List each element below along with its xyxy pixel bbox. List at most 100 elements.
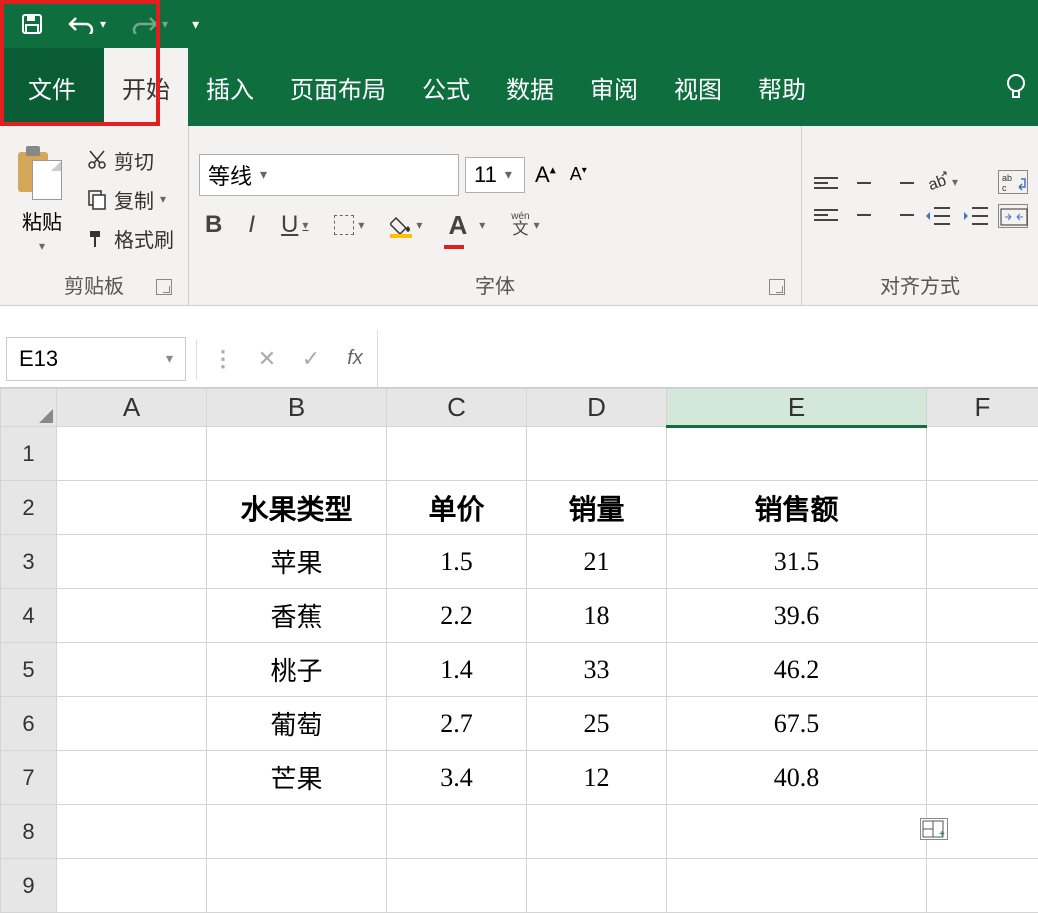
group-alignment: ab ▾ abc 对齐方式 [802,126,1038,305]
row-header[interactable]: 4 [1,589,57,643]
align-bottom-icon[interactable] [888,172,916,194]
tab-data[interactable]: 数据 [488,48,572,126]
cell[interactable]: 67.5 [667,697,927,751]
cell[interactable]: 单价 [387,481,527,535]
cell[interactable]: 3.4 [387,751,527,805]
row-header[interactable]: 8 [1,805,57,859]
ribbon-tabs: 文件 开始 插入 页面布局 公式 数据 审阅 视图 帮助 [0,48,1038,126]
cell[interactable]: 2.7 [387,697,527,751]
cell[interactable]: 33 [527,643,667,697]
cut-button[interactable]: 剪切 [82,144,178,177]
group-clipboard: 粘贴 ▾ 剪切 复制 ▾ 格式刷 剪贴板 [0,126,189,305]
row-header[interactable]: 5 [1,643,57,697]
undo-icon[interactable]: ▾ [68,14,106,34]
decrease-font-icon[interactable]: A▾ [566,160,591,189]
underline-button[interactable]: U▾ [275,207,314,243]
copy-icon [86,188,108,210]
scissors-icon [86,149,108,171]
fx-icon[interactable]: fx [333,347,377,370]
cell[interactable]: 葡萄 [207,697,387,751]
align-left-icon[interactable] [812,204,840,226]
cell[interactable]: 销量 [527,481,667,535]
row-header[interactable]: 2 [1,481,57,535]
merge-cells-icon[interactable] [998,204,1028,228]
align-middle-icon[interactable] [850,172,878,194]
italic-button[interactable]: I [242,207,261,243]
orientation-button[interactable]: ab ▾ [924,170,990,194]
wen-icon: wén文 [511,212,529,238]
save-icon[interactable] [20,12,44,36]
font-launcher[interactable] [769,279,785,295]
tab-home[interactable]: 开始 [104,48,188,126]
tell-me-icon[interactable] [1004,73,1038,101]
cell[interactable]: 香蕉 [207,589,387,643]
cell[interactable]: 水果类型 [207,481,387,535]
cell[interactable]: 桃子 [207,643,387,697]
row-header[interactable]: 1 [1,427,57,481]
cell[interactable]: 1.4 [387,643,527,697]
enter-icon[interactable]: ✓ [289,346,333,372]
paste-icon [18,146,66,202]
decrease-indent-icon[interactable] [924,204,952,228]
cell[interactable]: 39.6 [667,589,927,643]
tab-formula[interactable]: 公式 [404,48,488,126]
cell[interactable]: 31.5 [667,535,927,589]
align-right-icon[interactable] [888,204,916,226]
group-label-align: 对齐方式 [880,276,960,298]
svg-text:+: + [939,829,945,839]
align-center-icon[interactable] [850,204,878,226]
tab-insert[interactable]: 插入 [188,48,272,126]
quick-access-toolbar: ▾ ▾ ▾ [0,0,1038,48]
group-font: 等线▾ 11▾ A▴ A▾ B I U▾ ▾ ▾ A▾ wén文▾ 字体 [189,126,802,305]
col-header-B[interactable]: B [207,389,387,427]
cancel-icon[interactable]: ✕ [245,346,289,372]
spreadsheet-grid[interactable]: A B C D E F 1 2 水果类型 单价 销量 销售额 3 苹果 1.5 … [0,388,1038,913]
tab-view[interactable]: 视图 [656,48,740,126]
name-box[interactable]: E13▾ [6,337,186,381]
font-size-combo[interactable]: 11▾ [465,157,525,193]
font-name-combo[interactable]: 等线▾ [199,154,459,196]
cell[interactable]: 25 [527,697,667,751]
row-header[interactable]: 9 [1,859,57,913]
clipboard-launcher[interactable] [156,279,172,295]
tab-review[interactable]: 审阅 [572,48,656,126]
align-top-icon[interactable] [812,172,840,194]
cell[interactable]: 40.8 [667,751,927,805]
col-header-D[interactable]: D [527,389,667,427]
phonetic-button[interactable]: wén文▾ [505,208,545,242]
cell[interactable]: 21 [527,535,667,589]
cell[interactable]: 18 [527,589,667,643]
col-header-C[interactable]: C [387,389,527,427]
col-header-F[interactable]: F [927,389,1038,427]
formula-input[interactable] [377,330,1038,387]
select-all-corner[interactable] [1,389,57,427]
cell[interactable]: 1.5 [387,535,527,589]
wrap-text-icon[interactable]: abc [998,170,1028,194]
redo-icon[interactable]: ▾ [130,14,168,34]
cell[interactable]: 46.2 [667,643,927,697]
cell[interactable]: 销售额 [667,481,927,535]
fill-color-button[interactable]: ▾ [384,212,428,238]
row-header[interactable]: 7 [1,751,57,805]
tab-help[interactable]: 帮助 [740,48,824,126]
increase-font-icon[interactable]: A▴ [531,158,560,192]
tab-layout[interactable]: 页面布局 [272,48,404,126]
tab-file[interactable]: 文件 [0,48,104,126]
row-header[interactable]: 3 [1,535,57,589]
cell[interactable]: 芒果 [207,751,387,805]
copy-button[interactable]: 复制 ▾ [82,183,178,216]
col-header-A[interactable]: A [57,389,207,427]
font-color-button[interactable]: A▾ [442,206,491,245]
col-header-E[interactable]: E [667,389,927,427]
format-painter-button[interactable]: 格式刷 [82,222,178,255]
smart-tag-icon[interactable]: + [920,818,948,840]
paste-button[interactable]: 粘贴 ▾ [10,142,74,257]
cell[interactable]: 苹果 [207,535,387,589]
cell[interactable]: 12 [527,751,667,805]
border-button[interactable]: ▾ [328,211,370,239]
row-header[interactable]: 6 [1,697,57,751]
customize-qat-icon[interactable]: ▾ [192,16,199,33]
increase-indent-icon[interactable] [962,204,990,228]
cell[interactable]: 2.2 [387,589,527,643]
bold-button[interactable]: B [199,207,228,243]
